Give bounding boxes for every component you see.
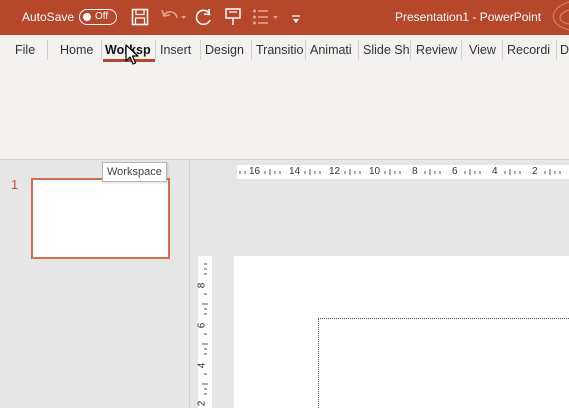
- tab-review[interactable]: Review: [416, 43, 457, 57]
- tab-separator: [305, 40, 306, 60]
- mouse-pointer-icon: [125, 44, 139, 65]
- ribbon-tabs: File Home Worksp Insert Design Transitio…: [0, 35, 569, 65]
- customize-toolbar-icon[interactable]: [291, 12, 301, 30]
- slide-thumbnail[interactable]: [31, 178, 170, 259]
- tab-insert[interactable]: Insert: [160, 43, 191, 57]
- horizontal-ruler[interactable]: 16 14 12 10 8 6 4 2: [237, 165, 569, 179]
- tab-separator: [556, 40, 557, 60]
- tab-separator: [410, 40, 411, 60]
- tab-separator: [155, 40, 156, 60]
- tab-file[interactable]: File: [15, 43, 35, 57]
- save-icon[interactable]: [131, 8, 149, 31]
- ruler-label: 2: [532, 166, 538, 177]
- tab-view[interactable]: View: [469, 43, 496, 57]
- ruler-label: 12: [329, 166, 341, 177]
- slide-number: 1: [11, 177, 19, 192]
- ruler-label: 14: [289, 166, 301, 177]
- ribbon-panel: [0, 65, 569, 160]
- ruler-ticks: [202, 263, 208, 395]
- undo-icon[interactable]: [160, 8, 186, 31]
- ruler-label: 2: [196, 400, 208, 407]
- toggle-knob: [83, 12, 91, 21]
- decorative-swirl-icon: [552, 1, 569, 31]
- ruler-label: 10: [369, 166, 381, 177]
- tab-separator: [502, 40, 503, 60]
- ruler-label: 4: [492, 166, 498, 177]
- ruler-label: 6: [452, 166, 458, 177]
- autosave-toggle[interactable]: Off: [79, 9, 117, 25]
- title-bar: AutoSave Off Presentation1 - PowerPoint: [0, 0, 569, 35]
- tab-separator: [101, 40, 102, 60]
- autosave-label: AutoSave: [22, 10, 75, 24]
- ruler-ticks: [239, 169, 561, 175]
- tab-design[interactable]: Design: [205, 43, 244, 57]
- tab-separator: [200, 40, 201, 60]
- tab-separator: [461, 40, 462, 60]
- tab-separator: [358, 40, 359, 60]
- document-title: Presentation1 - PowerPoint: [395, 10, 542, 24]
- redo-icon[interactable]: [194, 8, 214, 31]
- tab-overflow[interactable]: D: [560, 43, 569, 57]
- tab-home[interactable]: Home: [60, 43, 93, 57]
- ruler-label: 6: [196, 322, 208, 329]
- touch-mode-icon[interactable]: [225, 8, 241, 31]
- tab-separator: [47, 40, 48, 60]
- workspace-tooltip: Workspace: [102, 162, 167, 182]
- vertical-ruler[interactable]: 8 6 4 2: [196, 256, 212, 408]
- tab-separator: [251, 40, 252, 60]
- ruler-label: 8: [196, 282, 208, 289]
- tab-recording[interactable]: Recordi: [507, 43, 553, 57]
- ruler-label: 16: [249, 166, 261, 177]
- autosave-state: Off: [95, 11, 109, 22]
- ruler-label: 4: [196, 362, 208, 369]
- ruler-label: 8: [412, 166, 418, 177]
- tab-animations[interactable]: Animati: [310, 43, 355, 57]
- tab-transitions[interactable]: Transitio: [256, 43, 303, 57]
- slide-thumbnails-pane: 1: [0, 161, 190, 408]
- title-placeholder[interactable]: [318, 318, 569, 408]
- bullets-icon[interactable]: [252, 8, 280, 31]
- tab-slide-show[interactable]: Slide Sh: [363, 43, 409, 57]
